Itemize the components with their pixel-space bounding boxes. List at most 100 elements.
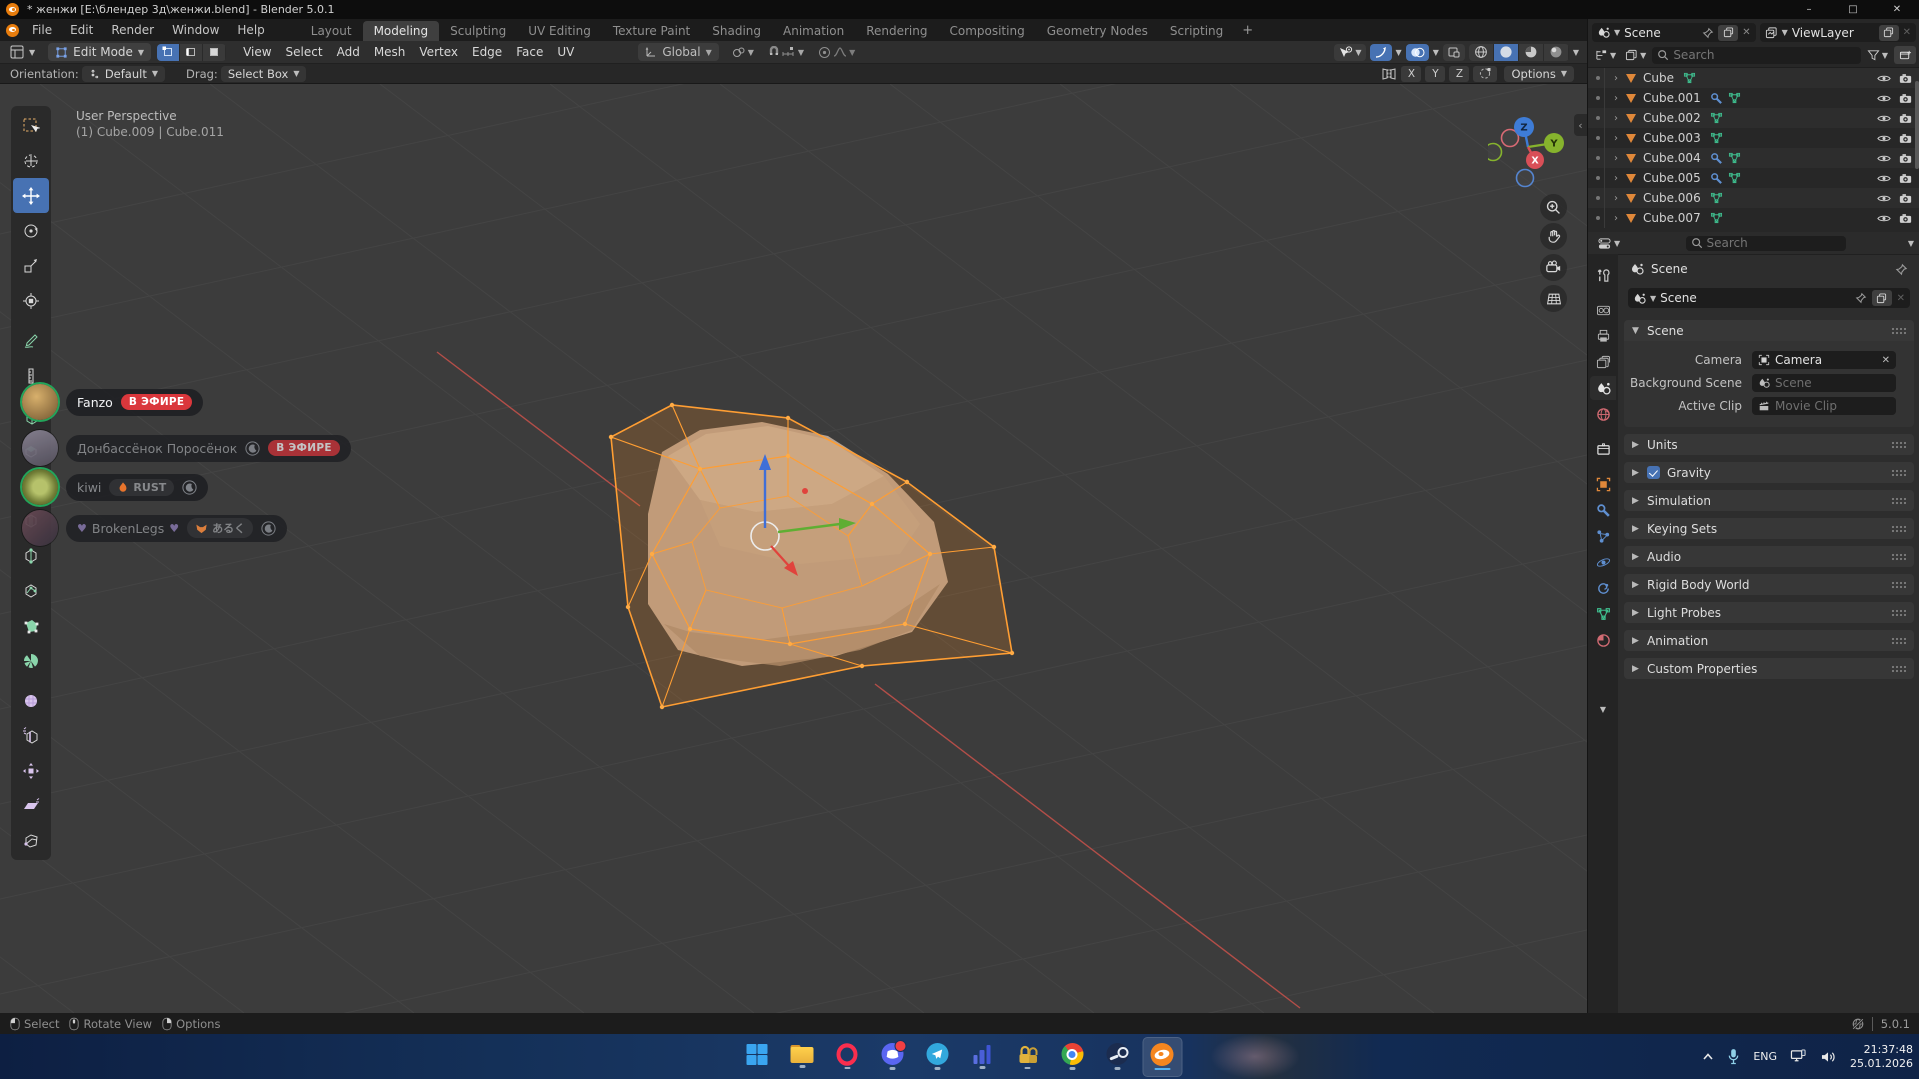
mirror-x-toggle[interactable]: X [1401,66,1421,82]
pin-icon[interactable] [1855,292,1867,304]
tool-smooth[interactable] [13,683,49,718]
render-visibility-icon[interactable] [1899,153,1912,164]
outliner-row-cube004[interactable]: ›Cube.004 [1588,148,1919,168]
tab-view-layer[interactable] [1590,350,1616,374]
panel-rigid-body-world[interactable]: ▶Rigid Body World [1624,574,1914,595]
render-visibility-icon[interactable] [1899,193,1912,204]
tab-uv-editing[interactable]: UV Editing [517,21,602,41]
panel-gravity[interactable]: ▶Gravity [1624,462,1914,483]
editor-type-dropdown[interactable]: ▼ [3,43,42,61]
tab-world[interactable] [1590,402,1616,426]
panel-animation[interactable]: ▶Animation [1624,630,1914,651]
new-scene-copy-button[interactable] [1718,25,1738,41]
clear-camera-button[interactable]: ✕ [1882,355,1890,366]
tab-rendering[interactable]: Rendering [855,21,938,41]
expand-icon[interactable]: › [1609,133,1623,144]
panel-grip[interactable] [1891,665,1906,673]
outliner-row-cube007[interactable]: ›Cube.007 [1588,208,1919,228]
panel-light-probes[interactable]: ▶Light Probes [1624,602,1914,623]
tab-animation[interactable]: Animation [772,21,855,41]
tab-scene[interactable] [1590,376,1616,400]
panel-grip[interactable] [1891,327,1906,335]
orientation-default-dropdown[interactable]: Default ▼ [82,66,165,82]
vertex-select-button[interactable] [157,44,180,61]
tab-constraints[interactable] [1590,576,1616,600]
panel-grip[interactable] [1891,609,1906,617]
scene-selector[interactable]: ▼ Scene ✕ [1592,23,1756,42]
properties-editor-type-dropdown[interactable]: ▼ [1594,236,1623,251]
menu-select[interactable]: Select [279,45,330,59]
menu-view[interactable]: View [236,45,278,59]
gizmo-dropdown[interactable]: ▼ [1396,48,1402,57]
tab-scripting[interactable]: Scripting [1159,21,1234,41]
tab-layout[interactable]: Layout [300,21,363,41]
proportional-editing-group[interactable]: ▼ [814,44,859,61]
language-indicator[interactable]: ENG [1753,1050,1777,1063]
tab-tool[interactable] [1590,263,1616,287]
expand-icon[interactable]: › [1609,193,1623,204]
mesh-data-icon[interactable] [1728,172,1741,184]
tab-collection[interactable] [1590,437,1616,461]
outliner-filter-id-dropdown[interactable]: ▼ [1622,48,1649,62]
shading-dropdown[interactable]: ▼ [1573,48,1579,57]
mesh-data-icon[interactable] [1683,72,1696,84]
orientation-dropdown[interactable]: Global ▼ [638,43,718,61]
camera-field[interactable]: Camera ✕ [1752,351,1896,369]
hide-eye-icon[interactable] [1877,73,1891,84]
unlink-button[interactable]: ✕ [1897,293,1905,304]
tool-scale[interactable] [13,248,49,283]
tool-transform[interactable] [13,283,49,318]
tool-cursor[interactable] [13,143,49,178]
tab-modeling[interactable]: Modeling [363,21,440,41]
pin-icon[interactable] [1702,27,1714,39]
object-visibility-dropdown[interactable]: ▼ [1334,44,1365,61]
tool-poly-build[interactable] [13,608,49,643]
ortho-perspective-button[interactable] [1540,285,1567,312]
tool-spin[interactable] [13,643,49,678]
start-button[interactable] [737,1037,777,1077]
render-visibility-icon[interactable] [1899,133,1912,144]
viewport-3d[interactable]: User Perspective (1) Cube.009 | Cube.011 [0,84,1587,1013]
panel-grip[interactable] [1891,581,1906,589]
minimize-button[interactable]: – [1787,0,1831,19]
edge-select-button[interactable] [180,44,203,61]
outliner-row-cube001[interactable]: ›Cube.001 [1588,88,1919,108]
wireframe-shading-button[interactable] [1469,44,1494,61]
outliner-display-mode-dropdown[interactable]: ▼ [1592,48,1619,62]
panel-grip[interactable] [1891,637,1906,645]
rendered-shading-button[interactable] [1544,44,1569,61]
expand-icon[interactable]: › [1609,173,1623,184]
menu-edit[interactable]: Edit [61,23,102,37]
expand-icon[interactable]: › [1609,93,1623,104]
panel-simulation[interactable]: ▶Simulation [1624,490,1914,511]
menu-vertex[interactable]: Vertex [412,45,465,59]
material-preview-button[interactable] [1519,44,1544,61]
hide-eye-icon[interactable] [1877,113,1891,124]
panel-grip[interactable] [1891,497,1906,505]
camera-view-button[interactable] [1540,254,1567,281]
scene-data-selector[interactable]: ▼ Scene ✕ [1628,288,1910,308]
outliner-search-input[interactable]: Search [1652,47,1861,64]
expand-icon[interactable]: › [1609,73,1623,84]
menu-uv[interactable]: UV [550,45,581,59]
clock[interactable]: 21:37:48 25.01.2026 [1850,1043,1913,1071]
overlays-dropdown[interactable]: ▼ [1433,48,1439,57]
network-offline-icon[interactable] [1851,1017,1865,1031]
menu-render[interactable]: Render [102,23,163,37]
tab-shading[interactable]: Shading [701,21,772,41]
expand-icon[interactable]: › [1609,153,1623,164]
mode-dropdown[interactable]: Edit Mode ▼ [48,43,151,61]
tool-shrink-fatten[interactable] [13,753,49,788]
tool-select-box[interactable] [13,108,49,143]
pivot-point-dropdown[interactable]: ▼ [728,44,758,61]
panel-grip[interactable] [1891,525,1906,533]
tab-geometry-nodes[interactable]: Geometry Nodes [1036,21,1159,41]
taskbar-telegram[interactable] [917,1037,957,1077]
tool-rip-region[interactable] [13,823,49,858]
panel-grip[interactable] [1891,441,1906,449]
new-viewlayer-button[interactable] [1879,25,1899,41]
panel-grip[interactable] [1891,469,1906,477]
render-visibility-icon[interactable] [1899,73,1912,84]
properties-options-dropdown[interactable]: ▼ [1908,239,1914,248]
gravity-checkbox[interactable] [1647,466,1660,479]
